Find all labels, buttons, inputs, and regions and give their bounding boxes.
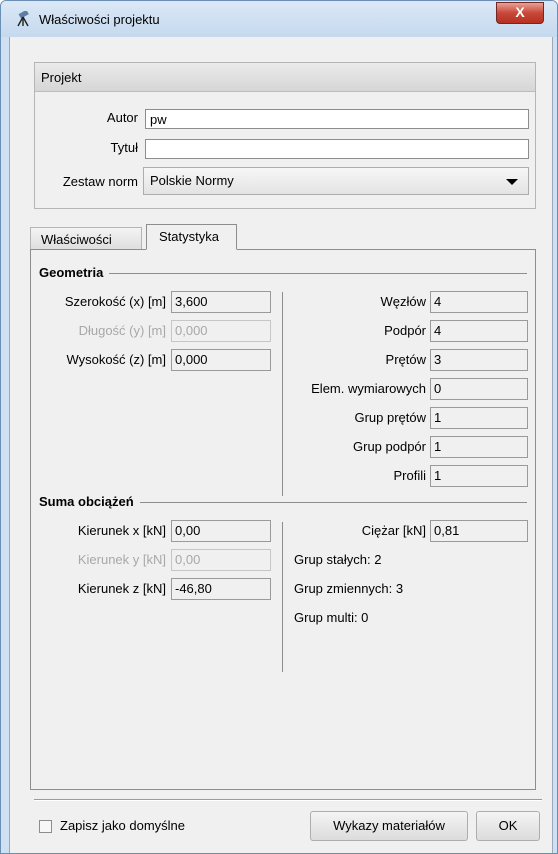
project-panel-title: Projekt xyxy=(41,70,82,85)
chevron-down-icon xyxy=(506,179,518,185)
tripod-app-icon xyxy=(17,11,29,27)
loads-vertical-divider xyxy=(282,522,283,672)
profiles-label: Profili xyxy=(393,468,426,483)
supports-label: Podpór xyxy=(384,323,426,338)
length-label: Długość (y) [m] xyxy=(78,323,166,338)
title-input[interactable] xyxy=(145,139,529,159)
height-label: Wysokość (z) [m] xyxy=(66,352,166,367)
direction-x-field: 0,00 xyxy=(171,520,271,542)
project-properties-window: Właściwości projektu X Projekt Autor pw … xyxy=(0,0,558,854)
norms-label: Zestaw norm xyxy=(62,174,138,189)
materials-list-button[interactable]: Wykazy materiałów xyxy=(310,811,468,841)
close-button[interactable]: X xyxy=(496,2,544,24)
loads-title: Suma obciążeń xyxy=(39,494,140,509)
tab-properties[interactable]: Właściwości xyxy=(30,227,142,250)
profiles-field: 1 xyxy=(430,465,528,487)
support-groups-label: Grup podpór xyxy=(353,439,426,454)
ok-button[interactable]: OK xyxy=(476,811,540,841)
statistics-panel: Geometria Szerokość (x) [m] 3,600 Długoś… xyxy=(30,249,536,790)
nodes-label: Węzłów xyxy=(380,294,426,309)
direction-x-label: Kierunek x [kN] xyxy=(77,523,166,538)
variable-groups-text: Grup zmiennych: 3 xyxy=(294,581,404,596)
height-field: 0,000 xyxy=(171,349,271,371)
direction-z-label: Kierunek z [kN] xyxy=(77,581,166,596)
supports-field: 4 xyxy=(430,320,528,342)
save-default-checkbox[interactable] xyxy=(39,820,52,833)
bar-groups-field: 1 xyxy=(430,407,528,429)
title-bar[interactable]: Właściwości projektu X xyxy=(1,1,557,37)
norms-select-value: Polskie Normy xyxy=(150,173,234,188)
nodes-field: 4 xyxy=(430,291,528,313)
author-input[interactable]: pw xyxy=(145,109,529,129)
bars-label: Prętów xyxy=(385,352,426,367)
support-groups-field: 1 xyxy=(430,436,528,458)
dimensioning-elements-label: Elem. wymiarowych xyxy=(311,381,426,396)
bars-field: 3 xyxy=(430,349,528,371)
window-title: Właściwości projektu xyxy=(39,12,160,27)
tab-statistics-label: Statystyka xyxy=(159,229,219,244)
tab-statistics[interactable]: Statystyka xyxy=(146,224,237,250)
dimensioning-elements-field: 0 xyxy=(430,378,528,400)
weight-field: 0,81 xyxy=(430,520,528,542)
multi-groups-text: Grup multi: 0 xyxy=(294,610,369,625)
direction-z-field: -46,80 xyxy=(171,578,271,600)
author-label: Autor xyxy=(106,110,138,125)
norms-select[interactable]: Polskie Normy xyxy=(143,167,529,195)
constant-groups-text: Grup stałych: 2 xyxy=(294,552,382,567)
geometry-divider xyxy=(39,273,527,274)
direction-y-field: 0,00 xyxy=(171,549,271,571)
project-panel-header: Projekt xyxy=(35,63,535,92)
length-field: 0,000 xyxy=(171,320,271,342)
save-default-label[interactable]: Zapisz jako domyślne xyxy=(60,818,185,833)
geometry-title: Geometria xyxy=(39,265,110,280)
weight-label: Ciężar [kN] xyxy=(361,523,426,538)
bar-groups-label: Grup prętów xyxy=(354,410,426,425)
title-label: Tytuł xyxy=(110,140,138,155)
footer-divider-highlight xyxy=(34,800,542,801)
tab-properties-label: Właściwości xyxy=(41,232,112,247)
direction-y-label: Kierunek y [kN] xyxy=(77,552,166,567)
width-field: 3,600 xyxy=(171,291,271,313)
width-label: Szerokość (x) [m] xyxy=(64,294,166,309)
project-panel: Projekt Autor pw Tytuł Zestaw norm Polsk… xyxy=(34,62,536,209)
dialog-client-area: Projekt Autor pw Tytuł Zestaw norm Polsk… xyxy=(9,37,553,853)
